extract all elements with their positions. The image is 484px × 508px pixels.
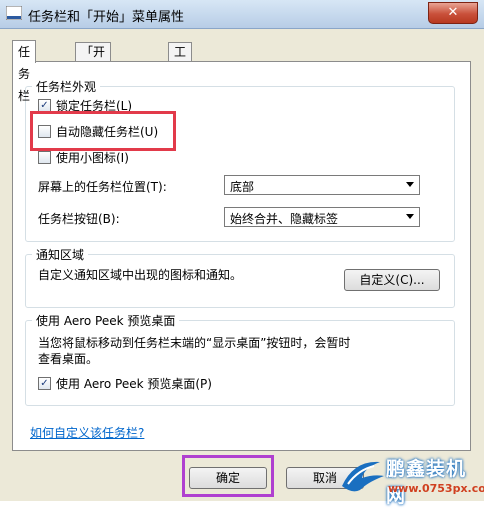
watermark-url: www.0753px.com [388, 482, 484, 495]
properties-dialog: 任务栏和「开始」菜单属性 ✕ 任务栏 「开始」菜单 工具栏 任务栏外观 ✓ 锁定… [0, 0, 484, 507]
window-title: 任务栏和「开始」菜单属性 [28, 10, 185, 25]
highlight-box-ok [182, 455, 274, 497]
taskbar-app-icon [6, 6, 22, 20]
small-icons-checkbox[interactable] [38, 151, 51, 164]
taskbar-buttons-value: 始终合并、隐藏标签 [230, 212, 339, 226]
notification-description: 自定义通知区域中出现的图标和通知。 [38, 268, 243, 282]
peek-description-line1: 当您将鼠标移动到任务栏末端的“显示桌面”按钮时，会暂时 [38, 336, 351, 350]
dropdown-arrow-icon [406, 182, 414, 187]
tab-taskbar[interactable]: 任务栏 [12, 40, 37, 103]
highlight-box-autohide [30, 111, 176, 151]
checkmark-icon: ✓ [40, 378, 49, 389]
customize-taskbar-help-link[interactable]: 如何自定义该任务栏? [30, 424, 144, 441]
taskbar-buttons-select[interactable]: 始终合并、隐藏标签 [224, 207, 420, 227]
aero-peek-label: 使用 Aero Peek 预览桌面(P) [56, 377, 212, 391]
customize-button[interactable]: 自定义(C)... [344, 269, 440, 291]
tab-toolbars[interactable]: 工具栏 [168, 42, 193, 95]
notification-group-title: 通知区域 [32, 246, 89, 263]
taskbar-position-label: 屏幕上的任务栏位置(T): [38, 180, 167, 194]
peek-description-line2: 查看桌面。 [38, 352, 99, 366]
small-icons-label: 使用小图标(I) [56, 151, 129, 165]
close-button[interactable]: ✕ [428, 2, 478, 24]
peek-group-title: 使用 Aero Peek 预览桌面 [32, 312, 180, 329]
dropdown-arrow-icon [406, 214, 414, 219]
watermark-bird-icon [342, 461, 384, 492]
tab-start-menu[interactable]: 「开始」菜单 [75, 42, 112, 95]
watermark-name: 鹏鑫装机网 [386, 458, 467, 507]
taskbar-buttons-label: 任务栏按钮(B): [38, 212, 120, 226]
taskbar-position-value: 底部 [230, 180, 255, 194]
title-bar[interactable]: 任务栏和「开始」菜单属性 ✕ [0, 0, 484, 29]
close-icon: ✕ [447, 5, 459, 20]
appearance-group-title: 任务栏外观 [32, 78, 101, 95]
taskbar-position-select[interactable]: 底部 [224, 175, 420, 195]
watermark: 鹏鑫装机网 www.0753px.com [340, 452, 484, 507]
checkmark-icon: ✓ [40, 100, 49, 111]
aero-peek-checkbox[interactable]: ✓ [38, 377, 51, 390]
